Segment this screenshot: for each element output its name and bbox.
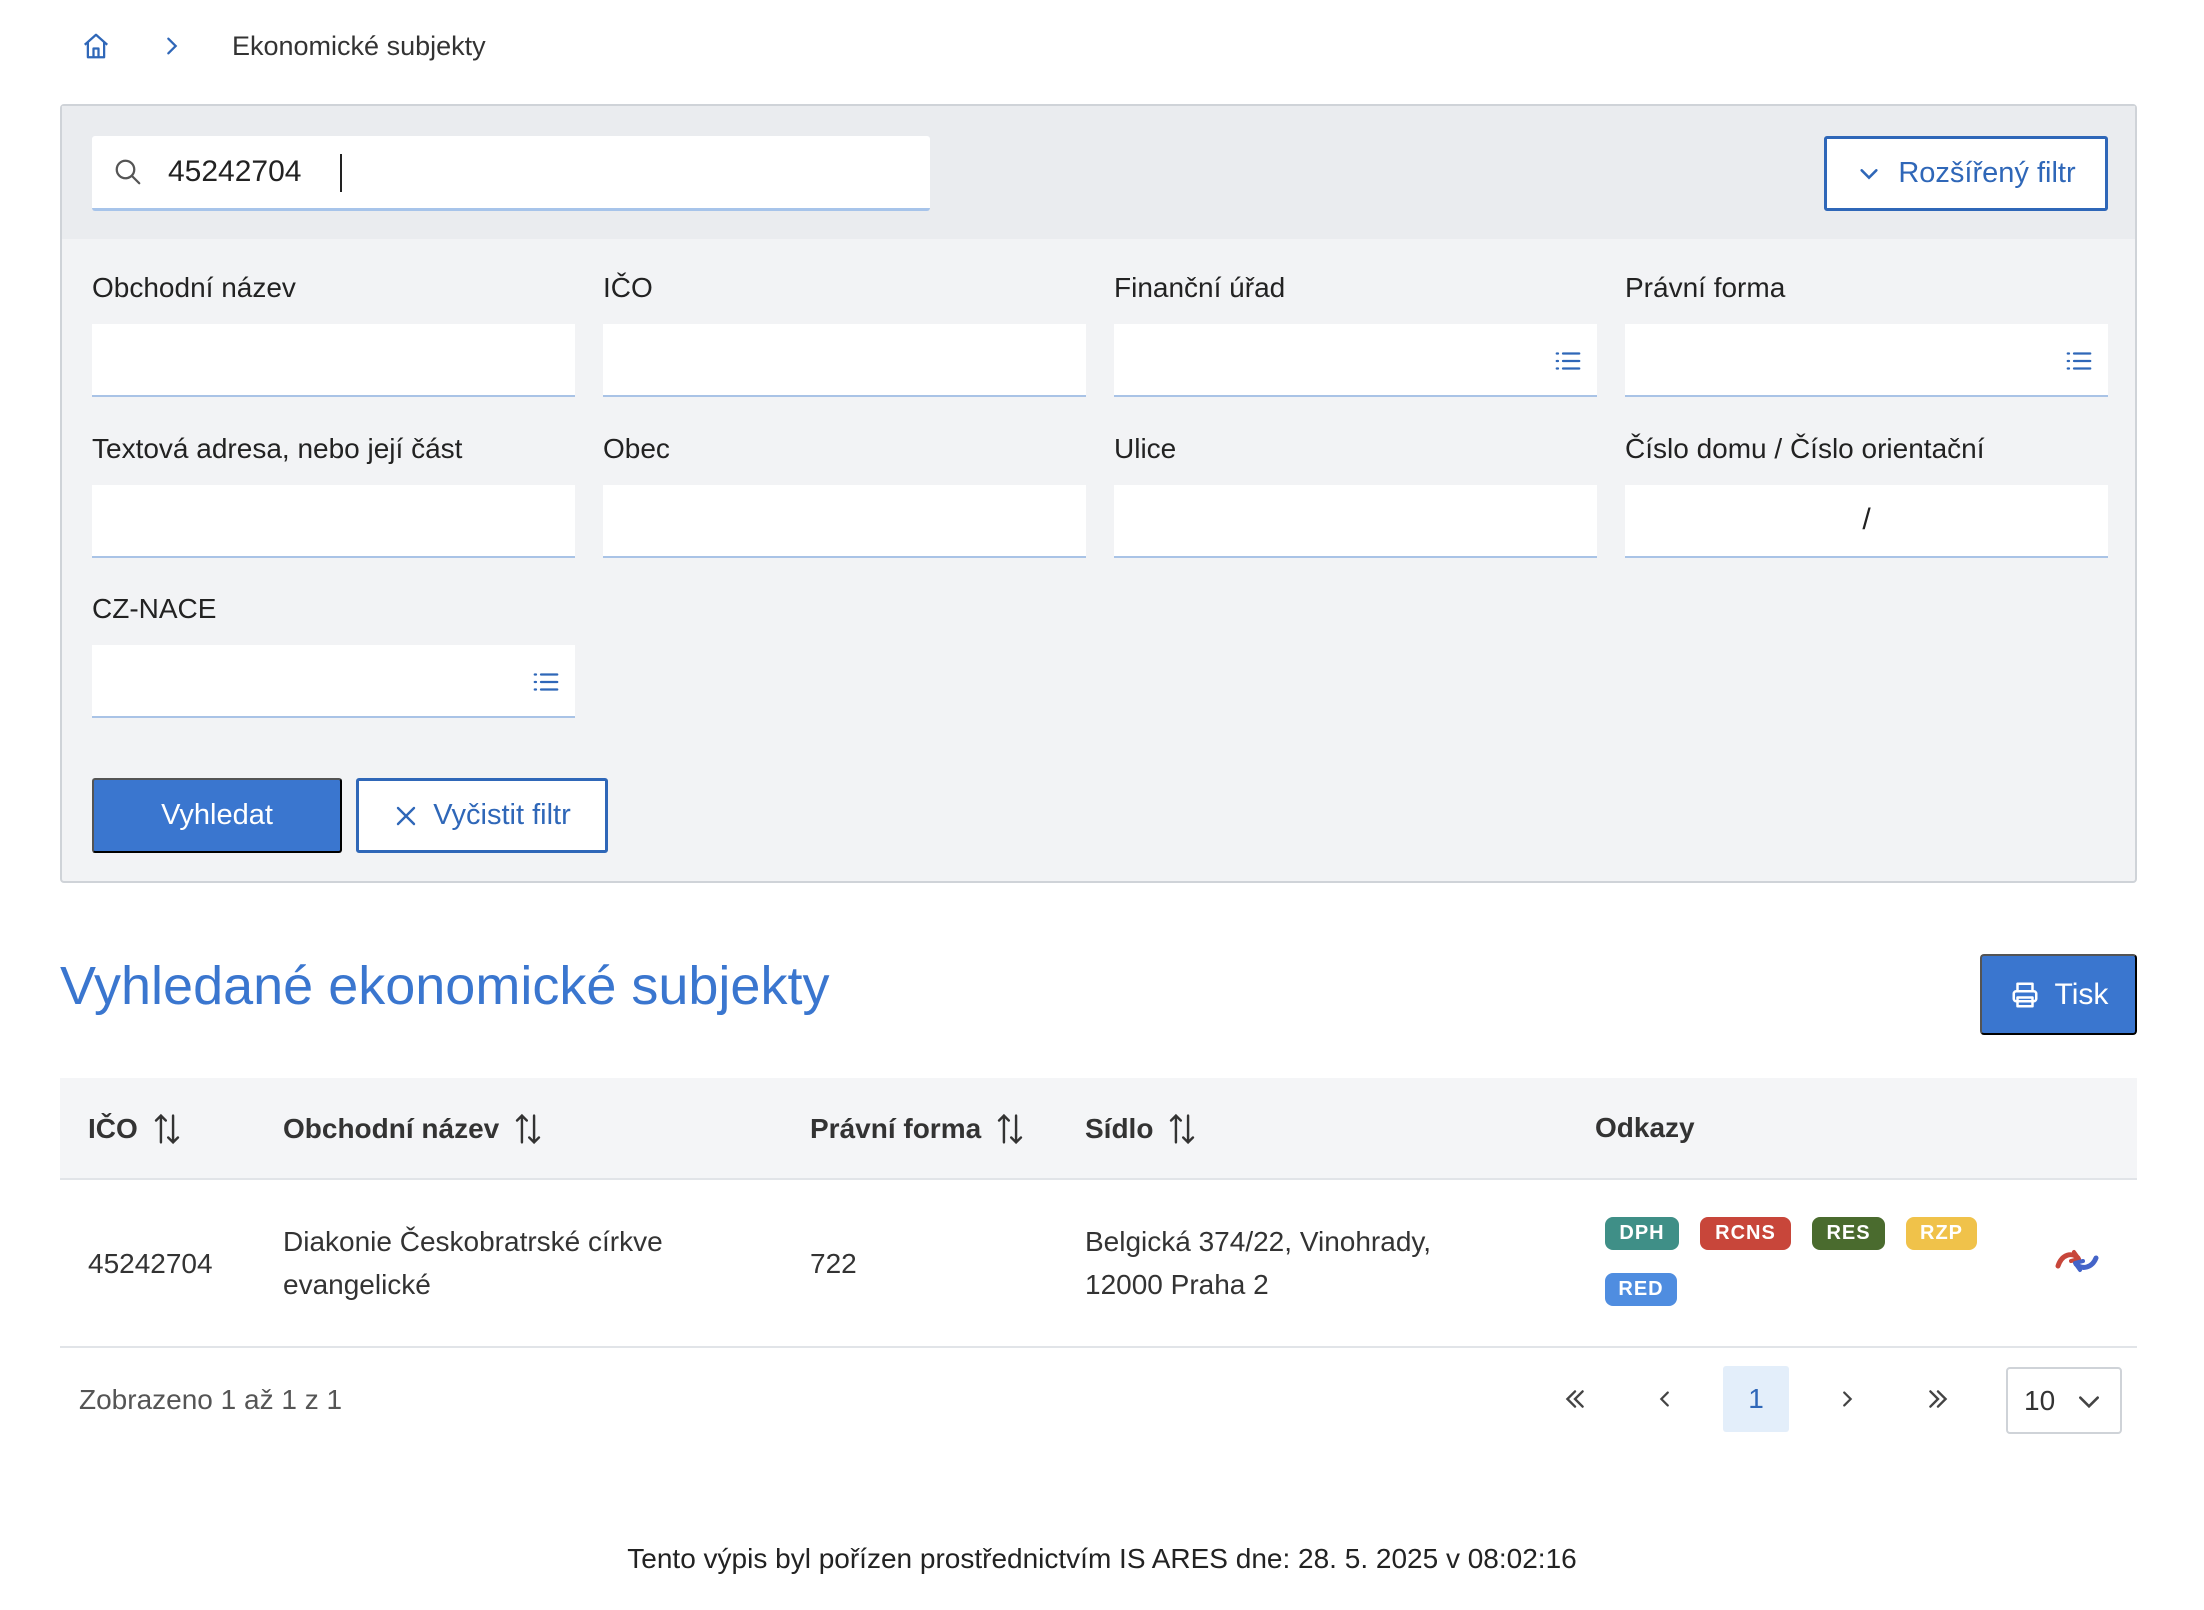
pravni-forma-input[interactable]	[1625, 324, 2108, 395]
label-cislo-domu: Číslo domu / Číslo orientační	[1625, 433, 1985, 464]
cell-sidlo-line2: 12000 Praha 2	[1085, 1269, 1269, 1300]
badge-rcns[interactable]: RCNS	[1700, 1217, 1791, 1250]
sort-icon[interactable]	[993, 1112, 1027, 1146]
chevrons-left-icon	[1565, 1390, 1584, 1408]
column-odkazy-label: Odkazy	[1595, 1112, 1695, 1143]
cz-nace-input[interactable]	[92, 645, 575, 716]
table-row: 45242704 Diakonie Českobratrské církve e…	[60, 1180, 2137, 1348]
cell-sidlo: Belgická 374/22, Vinohrady, 12000 Praha …	[1085, 1220, 1431, 1306]
column-sidlo[interactable]: Sídlo	[1085, 1112, 1199, 1146]
obchodni-nazev-field[interactable]	[92, 324, 575, 397]
advanced-filter-button[interactable]: Rozšířený filtr	[1824, 136, 2108, 211]
list-icon[interactable]	[2064, 346, 2094, 376]
print-button[interactable]: Tisk	[1980, 954, 2137, 1035]
table-header: IČO Obchodní název Právní forma Sídlo Od…	[60, 1078, 2137, 1180]
cell-ico: 45242704	[88, 1248, 213, 1279]
label-obec: Obec	[603, 433, 670, 464]
financni-urad-input[interactable]	[1114, 324, 1597, 395]
label-financni-urad: Finanční úřad	[1114, 272, 1286, 303]
column-nazev[interactable]: Obchodní název	[283, 1112, 545, 1146]
obec-field[interactable]	[603, 485, 1086, 558]
label-ico: IČO	[603, 272, 653, 303]
pagination-info: Zobrazeno 1 až 1 z 1	[79, 1384, 343, 1415]
obec-input[interactable]	[603, 485, 1086, 556]
textova-adresa-field[interactable]	[92, 485, 575, 558]
cell-forma: 722	[810, 1248, 857, 1279]
cz-nace-field[interactable]	[92, 645, 575, 718]
cell-nazev-line2: evangelické	[283, 1269, 431, 1300]
cell-nazev-line1: Diakonie Českobratrské církve	[283, 1226, 663, 1257]
clear-filter-label: Vyčistit filtr	[433, 799, 571, 831]
ico-input[interactable]	[603, 324, 1086, 395]
column-forma[interactable]: Právní forma	[810, 1112, 1027, 1146]
column-odkazy: Odkazy	[1595, 1112, 1695, 1144]
advanced-filter-label: Rozšířený filtr	[1898, 157, 2076, 189]
next-page-button[interactable]	[1814, 1366, 1880, 1432]
page-size-value: 10	[2024, 1384, 2056, 1416]
clear-filter-button[interactable]: Vyčistit filtr	[356, 778, 608, 853]
column-forma-label: Právní forma	[810, 1113, 982, 1144]
ulice-input[interactable]	[1114, 485, 1597, 556]
chevron-down-icon	[2076, 1389, 2104, 1415]
print-label: Tisk	[2054, 977, 2109, 1011]
printer-icon	[2009, 979, 2041, 1011]
first-page-button[interactable]	[1542, 1366, 1608, 1432]
badge-red[interactable]: RED	[1605, 1273, 1677, 1306]
chevron-right-icon	[1843, 1391, 1853, 1407]
column-ico[interactable]: IČO	[88, 1112, 184, 1146]
search-input[interactable]	[168, 155, 868, 189]
column-nazev-label: Obchodní název	[283, 1113, 500, 1144]
filter-panel: Rozšířený filtr Obchodní název IČO Finan…	[60, 104, 2137, 883]
badge-res[interactable]: RES	[1812, 1217, 1885, 1250]
search-button[interactable]: Vyhledat	[92, 778, 342, 853]
label-pravni-forma: Právní forma	[1625, 272, 1786, 303]
label-cz-nace: CZ-NACE	[92, 593, 217, 624]
search-icon	[110, 154, 146, 190]
label-textova-adresa: Textová adresa, nebo její část	[92, 433, 463, 464]
search-box[interactable]	[92, 136, 930, 211]
sort-icon[interactable]	[511, 1112, 545, 1146]
results-title: Vyhledané ekonomické subjekty	[60, 956, 830, 1016]
last-page-button[interactable]	[1905, 1366, 1971, 1432]
column-sidlo-label: Sídlo	[1085, 1113, 1154, 1144]
breadcrumb-current: Ekonomické subjekty	[232, 30, 486, 61]
ico-field[interactable]	[603, 324, 1086, 397]
cislo-separator: /	[1862, 503, 1871, 536]
chevrons-right-icon	[1929, 1390, 1948, 1408]
obchodni-nazev-input[interactable]	[92, 324, 575, 395]
badge-rzp[interactable]: RZP	[1906, 1217, 1977, 1250]
sort-icon[interactable]	[1165, 1112, 1199, 1146]
cell-sidlo-line1: Belgická 374/22, Vinohrady,	[1085, 1226, 1432, 1257]
home-icon[interactable]	[78, 28, 114, 64]
label-obchodni-nazev: Obchodní název	[92, 272, 296, 303]
label-ulice: Ulice	[1114, 433, 1177, 464]
sort-icon[interactable]	[150, 1112, 184, 1146]
pravni-forma-field[interactable]	[1625, 324, 2108, 397]
footer-text: Tento výpis byl pořízen prostřednictvím …	[627, 1543, 1577, 1574]
badge-dph[interactable]: DPH	[1605, 1217, 1679, 1250]
list-icon[interactable]	[1553, 346, 1583, 376]
column-ico-label: IČO	[88, 1113, 138, 1144]
textova-adresa-input[interactable]	[92, 485, 575, 556]
page-1-button[interactable]: 1	[1723, 1366, 1789, 1432]
cislo-domu-field[interactable]: /	[1625, 485, 2108, 558]
chevron-right-icon	[154, 28, 190, 64]
ulice-field[interactable]	[1114, 485, 1597, 558]
financni-urad-field[interactable]	[1114, 324, 1597, 397]
prev-page-button[interactable]	[1632, 1366, 1698, 1432]
chevron-down-icon	[1856, 161, 1882, 187]
cell-nazev: Diakonie Českobratrské církve evangelick…	[283, 1220, 663, 1306]
list-icon[interactable]	[531, 667, 561, 697]
page-size-select[interactable]: 10	[2006, 1367, 2122, 1434]
chevron-left-icon	[1659, 1391, 1669, 1407]
close-icon	[393, 803, 419, 829]
text-caret	[340, 154, 342, 192]
breadcrumb: Ekonomické subjekty	[78, 28, 486, 64]
external-link-icon[interactable]	[2052, 1240, 2102, 1280]
